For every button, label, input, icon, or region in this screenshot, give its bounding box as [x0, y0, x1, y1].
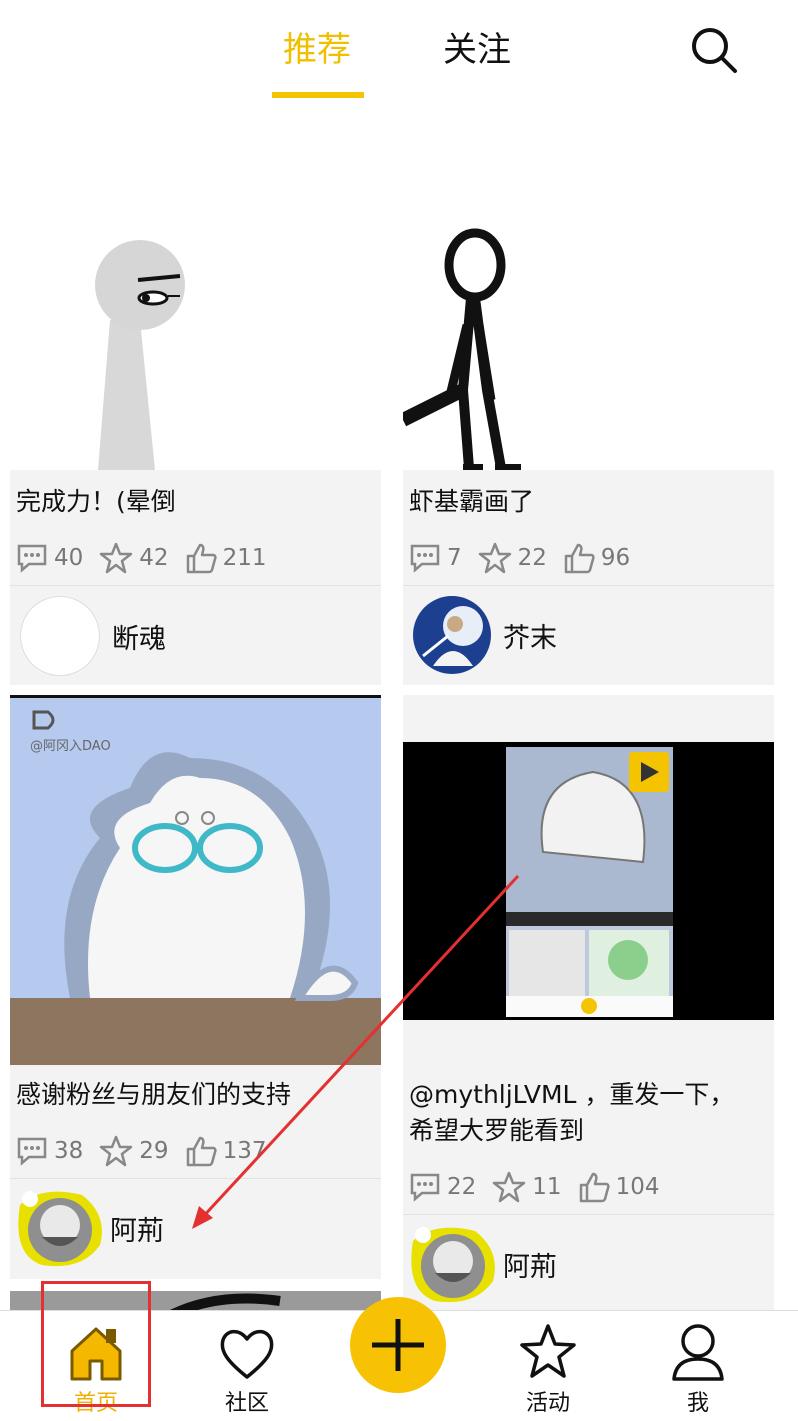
person-icon	[672, 1324, 724, 1381]
annotation-highlight-box	[41, 1281, 151, 1407]
tab-follow[interactable]: 关注	[443, 26, 511, 74]
create-post-button[interactable]	[350, 1297, 446, 1393]
nav-label: 社区	[224, 1391, 269, 1416]
tab-recommend[interactable]: 推荐	[283, 26, 351, 74]
nav-community[interactable]: 社区	[187, 1311, 307, 1421]
star-icon	[520, 1324, 576, 1378]
top-bar: 推荐 关注	[0, 0, 798, 99]
annotation-arrow	[192, 874, 520, 1229]
nav-label: 我	[686, 1391, 709, 1416]
nav-activity[interactable]: 活动	[488, 1311, 608, 1421]
search-icon[interactable]	[690, 26, 738, 74]
plus-icon	[372, 1319, 424, 1371]
nav-me[interactable]: 我	[638, 1311, 758, 1421]
heart-icon	[220, 1329, 274, 1379]
feed[interactable]: 完成力！(晕倒 40 42 211 断魂 虾基霸画了 7 22 96 芥末 @阿…	[0, 98, 798, 1310]
nav-label: 活动	[525, 1391, 570, 1416]
